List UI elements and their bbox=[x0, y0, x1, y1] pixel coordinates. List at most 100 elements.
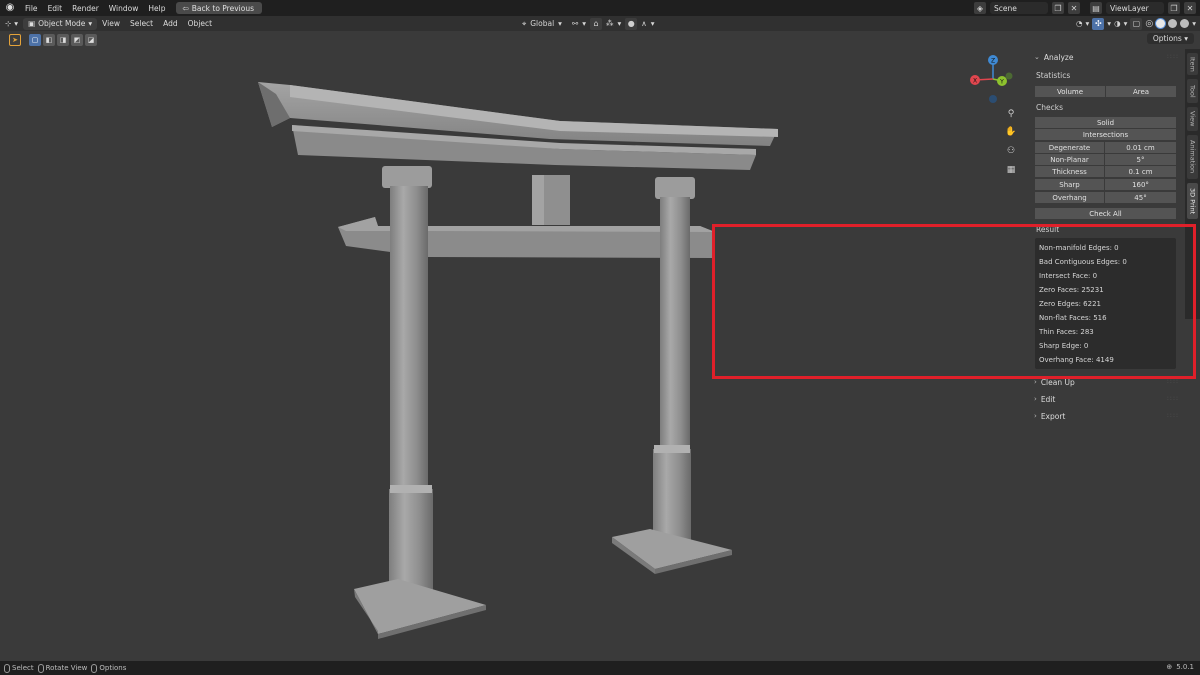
pivot-icon[interactable]: ⚯ bbox=[572, 19, 578, 28]
snap-icon[interactable]: ⌂ bbox=[590, 17, 602, 30]
perspective-grid-icon[interactable]: ▦ bbox=[1004, 163, 1018, 177]
solid-button[interactable]: Solid bbox=[1035, 117, 1176, 128]
network-icon: ⊕ bbox=[1166, 663, 1173, 671]
x-axis-label: X bbox=[973, 78, 977, 85]
mouse-right-icon bbox=[91, 663, 98, 673]
select-subtract-icon[interactable]: ◨ bbox=[57, 34, 69, 46]
viewlayer-selector[interactable]: ViewLayer bbox=[1106, 2, 1164, 14]
blender-logo-icon[interactable]: ◉ bbox=[4, 2, 16, 14]
analyze-section-header[interactable]: ⌄ Analyze bbox=[1034, 51, 1073, 63]
tab-3d-print[interactable]: 3D Print bbox=[1187, 183, 1198, 219]
torii-gate-model[interactable] bbox=[258, 82, 778, 639]
non-planar-field[interactable]: 5° bbox=[1105, 154, 1176, 165]
non-planar-button[interactable]: Non-Planar bbox=[1035, 154, 1105, 165]
mouse-middle-icon bbox=[37, 663, 44, 673]
drag-handle-icon[interactable]: :::: bbox=[1167, 395, 1179, 402]
rendered-shading-icon[interactable] bbox=[1180, 19, 1190, 28]
snap-target-icon[interactable]: ⁂ bbox=[606, 19, 614, 28]
camera-view-icon[interactable]: ⚇ bbox=[1004, 144, 1018, 158]
material-preview-icon[interactable] bbox=[1168, 19, 1178, 28]
select-extend-icon[interactable]: ◧ bbox=[43, 34, 55, 46]
menu-help[interactable]: Help bbox=[143, 4, 170, 13]
mode-selector[interactable]: ▣ Object Mode ▾ bbox=[23, 17, 98, 30]
degenerate-label: Degenerate bbox=[1048, 143, 1091, 152]
thickness-row: Thickness 0.1 cm bbox=[1035, 166, 1176, 177]
solid-shading-icon[interactable] bbox=[1156, 19, 1166, 28]
select-new-icon[interactable]: ▢ bbox=[29, 34, 41, 46]
menu-object[interactable]: Object bbox=[183, 19, 217, 28]
menu-edit[interactable]: Edit bbox=[43, 4, 68, 13]
menu-add[interactable]: Add bbox=[158, 19, 183, 28]
zoom-icon[interactable]: ⚲ bbox=[1004, 107, 1018, 121]
degenerate-button[interactable]: Degenerate bbox=[1035, 142, 1105, 153]
overhang-field[interactable]: 45° bbox=[1105, 192, 1176, 203]
checks-label: Checks bbox=[1036, 103, 1063, 112]
neg-y-axis-handle[interactable] bbox=[1005, 72, 1013, 80]
editor-type-selector[interactable]: ⊹ ▾ bbox=[0, 18, 23, 30]
thickness-value: 0.1 cm bbox=[1128, 167, 1153, 176]
status-bar: Select Rotate View Options ⊕ 5.0.1 bbox=[0, 661, 1200, 675]
sharp-label: Sharp bbox=[1059, 180, 1080, 189]
drag-handle-icon[interactable]: :::: bbox=[1167, 412, 1179, 419]
chevron-down-icon: ▾ bbox=[558, 19, 562, 28]
tab-item[interactable]: Item bbox=[1187, 53, 1198, 75]
orientation-label[interactable]: Global bbox=[530, 19, 554, 28]
edit-section-header[interactable]: › Edit bbox=[1034, 393, 1055, 405]
pan-hand-icon[interactable]: ✋ bbox=[1004, 125, 1018, 139]
drag-handle-icon[interactable]: :::: bbox=[1167, 378, 1179, 385]
intersections-button[interactable]: Intersections bbox=[1035, 129, 1176, 140]
wireframe-shading-icon[interactable]: ◎ bbox=[1145, 19, 1153, 29]
menu-file[interactable]: File bbox=[20, 4, 43, 13]
chevron-down-icon: ▾ bbox=[1192, 19, 1196, 28]
neg-z-axis-handle[interactable] bbox=[989, 95, 997, 103]
scene-selector[interactable]: Scene bbox=[990, 2, 1048, 14]
degenerate-row: Degenerate 0.01 cm bbox=[1035, 142, 1176, 153]
tool-settings-row: ➤ ▢ ◧ ◨ ◩ ◪ bbox=[0, 31, 1030, 49]
select-invert-icon[interactable]: ◩ bbox=[71, 34, 83, 46]
degenerate-field[interactable]: 0.01 cm bbox=[1105, 142, 1176, 153]
check-all-button[interactable]: Check All bbox=[1035, 208, 1176, 219]
export-section-header[interactable]: › Export bbox=[1034, 410, 1065, 422]
navigation-gizmo[interactable]: Z X Y bbox=[965, 52, 1015, 107]
scene-icon[interactable]: ◈ bbox=[974, 2, 986, 14]
chevron-right-icon: › bbox=[1034, 378, 1037, 386]
thickness-field[interactable]: 0.1 cm bbox=[1105, 166, 1176, 177]
xray-toggle-icon[interactable]: ▢ bbox=[1130, 17, 1143, 30]
close-scene-icon[interactable]: ✕ bbox=[1068, 2, 1080, 14]
non-planar-value: 5° bbox=[1136, 155, 1145, 164]
drag-handle-icon[interactable]: :::: bbox=[1167, 53, 1179, 60]
sharp-row: Sharp 160° bbox=[1035, 179, 1176, 190]
sharp-button[interactable]: Sharp bbox=[1035, 179, 1105, 190]
select-tool-icon[interactable]: ➤ bbox=[9, 34, 21, 46]
falloff-icon[interactable]: ∧ bbox=[641, 19, 647, 28]
tab-view[interactable]: View bbox=[1187, 107, 1198, 131]
menu-select[interactable]: Select bbox=[125, 19, 158, 28]
back-to-previous-button[interactable]: ⇦ Back to Previous bbox=[176, 2, 262, 14]
gizmo-toggle-icon[interactable]: ✣ bbox=[1092, 17, 1105, 30]
thickness-button[interactable]: Thickness bbox=[1035, 166, 1105, 177]
visibility-icon[interactable]: ◔ bbox=[1076, 19, 1083, 28]
menu-view[interactable]: View bbox=[97, 19, 125, 28]
menu-window[interactable]: Window bbox=[104, 4, 144, 13]
sharp-field[interactable]: 160° bbox=[1105, 179, 1176, 190]
overhang-row: Overhang 45° bbox=[1035, 192, 1176, 203]
duplicate-viewlayer-icon[interactable]: ❐ bbox=[1168, 2, 1180, 14]
select-intersect-icon[interactable]: ◪ bbox=[85, 34, 97, 46]
menu-render[interactable]: Render bbox=[67, 4, 104, 13]
volume-button[interactable]: Volume bbox=[1035, 86, 1106, 97]
viewport-header: ⊹ ▾ ▣ Object Mode ▾ View Select Add Obje… bbox=[0, 16, 1200, 31]
viewlayer-icon[interactable]: ▤ bbox=[1090, 2, 1102, 14]
tab-animation[interactable]: Animation bbox=[1187, 135, 1198, 179]
editor-type-icon: ⊹ bbox=[5, 19, 12, 28]
close-viewlayer-icon[interactable]: ✕ bbox=[1184, 2, 1196, 14]
duplicate-scene-icon[interactable]: ❐ bbox=[1052, 2, 1064, 14]
area-button[interactable]: Area bbox=[1106, 86, 1176, 97]
overhang-button[interactable]: Overhang bbox=[1035, 192, 1105, 203]
options-dropdown[interactable]: Options ▾ bbox=[1146, 33, 1194, 44]
tab-tool[interactable]: Tool bbox=[1187, 79, 1198, 103]
sharp-value: 160° bbox=[1132, 180, 1149, 189]
viewport-display-controls: ◔ ▾ ✣ ▾ ◑ ▾ ▢ ◎ ▾ bbox=[1076, 17, 1196, 30]
overlay-icon[interactable]: ◑ bbox=[1114, 19, 1121, 28]
proportional-edit-icon[interactable]: ● bbox=[625, 17, 638, 30]
non-planar-label: Non-Planar bbox=[1050, 155, 1089, 164]
